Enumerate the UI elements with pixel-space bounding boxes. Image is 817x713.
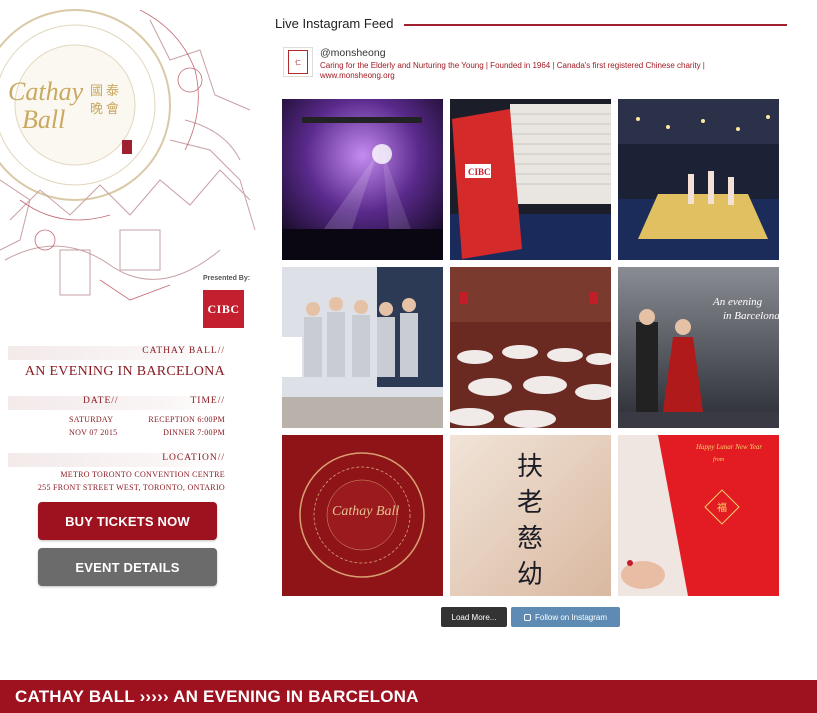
location-venue: METRO TORONTO CONVENTION CENTRE: [60, 470, 225, 479]
cibc-bag-photo[interactable]: CIBC: [450, 99, 611, 260]
date-time-block: DATE// TIME// SATURDAY RECEPTION 6:00PM …: [8, 396, 228, 439]
svg-text:from: from: [713, 456, 725, 463]
event-title: AN EVENING IN BARCELONA: [24, 364, 225, 379]
svg-text:泰: 泰: [106, 84, 119, 99]
svg-text:Ball: Ball: [22, 105, 65, 134]
follow-on-instagram-button[interactable]: Follow on Instagram: [511, 607, 620, 627]
date-time-row-2: NOV 07 2015 DINNER 7:00PM: [8, 426, 228, 439]
svg-text:慈: 慈: [517, 524, 543, 554]
presented-by-label: Presented By:: [203, 275, 251, 282]
staff-group-photo[interactable]: [282, 267, 443, 428]
footer-banner: CATHAY BALL ››››› AN EVENING IN BARCELON…: [0, 680, 817, 713]
load-more-button[interactable]: Load More...: [441, 607, 507, 627]
svg-text:CIBC: CIBC: [468, 167, 491, 177]
ballroom-runway-photo[interactable]: [618, 99, 779, 260]
svg-text:in Barcelona: in Barcelona: [723, 310, 779, 322]
event-label: CATHAY BALL//: [8, 346, 228, 360]
svg-text:扶: 扶: [517, 452, 543, 482]
footer-banner-text: CATHAY BALL ››››› AN EVENING IN BARCELON…: [15, 686, 419, 706]
date-day: SATURDAY: [69, 415, 114, 424]
follow-label: Follow on Instagram: [534, 612, 608, 622]
svg-text:老: 老: [517, 488, 543, 518]
svg-text:福: 福: [717, 501, 727, 514]
date-label: DATE//: [83, 396, 119, 406]
cathay-ball-logo-illustration: Cathay Ball 國 泰 晚 會: [0, 9, 256, 301]
location-label: LOCATION//: [8, 453, 228, 467]
feed-heading-rule: [403, 23, 787, 26]
time-dinner: DINNER 7:00PM: [163, 428, 225, 437]
svg-text:An evening: An evening: [712, 296, 763, 308]
profile-info: @monsheong Caring for the Elderly and Nu…: [320, 47, 773, 81]
banquet-hall-photo[interactable]: [450, 267, 611, 428]
concert-stage-photo[interactable]: [282, 99, 443, 260]
date-time-labels: DATE// TIME//: [8, 396, 228, 410]
feed-header: Live Instagram Feed: [275, 16, 787, 31]
instagram-photo-grid: CIBC An evening in Barcelona Cathay Ball…: [282, 99, 779, 596]
svg-text:Happy Lunar New Year: Happy Lunar New Year: [695, 443, 762, 451]
svg-text:晚: 晚: [90, 102, 103, 117]
profile-username[interactable]: @monsheong: [320, 47, 773, 59]
feed-heading: Live Instagram Feed: [275, 16, 394, 31]
event-title-block: CATHAY BALL// AN EVENING IN BARCELONA: [8, 346, 228, 380]
cathay-ball-plate-photo[interactable]: Cathay Ball: [282, 435, 443, 596]
svg-text:國: 國: [90, 84, 103, 99]
date-full: NOV 07 2015: [69, 428, 118, 437]
event-details-button[interactable]: EVENT DETAILS: [38, 548, 217, 586]
profile-bio: Caring for the Elderly and Nurturing the…: [320, 61, 705, 80]
time-reception: RECEPTION 6:00PM: [148, 415, 225, 424]
svg-text:會: 會: [106, 102, 119, 117]
red-envelope-photo[interactable]: Happy Lunar New Year from 福: [618, 435, 779, 596]
event-sidebar: Cathay Ball 國 泰 晚 會 Presented By: CIBC C…: [0, 0, 262, 680]
date-time-row-1: SATURDAY RECEPTION 6:00PM: [8, 413, 228, 426]
mon-sheong-logo-icon: 仁: [288, 50, 308, 74]
cibc-logo[interactable]: CIBC: [203, 290, 244, 328]
time-label: TIME//: [190, 396, 225, 406]
location-address: 255 FRONT STREET WEST, TORONTO, ONTARIO: [37, 483, 225, 492]
location-block: LOCATION// METRO TORONTO CONVENTION CENT…: [8, 453, 228, 494]
location-address-row: 255 FRONT STREET WEST, TORONTO, ONTARIO: [8, 481, 228, 494]
calligraphy-photo[interactable]: 扶 老 慈 幼: [450, 435, 611, 596]
location-venue-row: METRO TORONTO CONVENTION CENTRE: [8, 468, 228, 481]
instagram-profile: 仁 @monsheong Caring for the Elderly and …: [283, 47, 773, 81]
profile-avatar[interactable]: 仁: [283, 47, 313, 77]
instagram-icon: [523, 613, 531, 621]
barcelona-dancers-photo[interactable]: An evening in Barcelona: [618, 267, 779, 428]
cibc-logo-text: CIBC: [207, 301, 240, 316]
plate-text: Cathay Ball: [332, 504, 399, 519]
svg-text:幼: 幼: [517, 560, 543, 590]
buy-tickets-button[interactable]: BUY TICKETS NOW: [38, 502, 217, 540]
svg-text:Cathay: Cathay: [8, 77, 84, 106]
